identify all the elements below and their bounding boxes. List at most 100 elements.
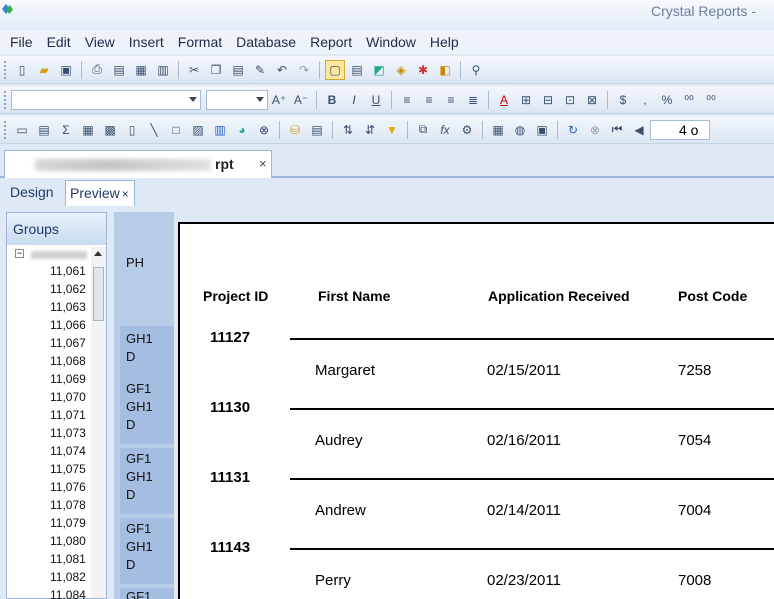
tree-item[interactable]: 11,073: [50, 426, 86, 440]
tree-item[interactable]: 11,080: [50, 534, 86, 548]
bold-icon[interactable]: B: [322, 90, 342, 110]
map-icon[interactable]: ◕: [232, 120, 252, 140]
group-icon[interactable]: ▤: [34, 120, 54, 140]
tree-item[interactable]: 11,082: [50, 570, 86, 584]
menu-format[interactable]: Format: [178, 34, 222, 50]
first-name-cell[interactable]: Audrey: [315, 432, 363, 449]
toolbar-grip[interactable]: [4, 60, 7, 79]
formula-workshop-icon[interactable]: fx: [435, 120, 455, 140]
field-explorer-icon[interactable]: ▤: [347, 60, 367, 80]
increase-decimal-icon[interactable]: ⁰⁰: [679, 90, 699, 110]
document-tab[interactable]: rpt ×: [4, 150, 272, 178]
group-header-project-id[interactable]: 11131: [210, 469, 250, 486]
new-icon[interactable]: ▯: [12, 60, 32, 80]
tree-item[interactable]: 11,068: [50, 354, 86, 368]
copy-icon[interactable]: ❐: [206, 60, 226, 80]
database-expert-icon[interactable]: ⛁: [285, 120, 305, 140]
section-band[interactable]: GF1 GH1 D: [120, 378, 174, 444]
menu-report[interactable]: Report: [310, 34, 352, 50]
first-name-cell[interactable]: Margaret: [315, 362, 375, 379]
tree-item[interactable]: 11,061: [50, 264, 86, 278]
justify-icon[interactable]: ≣: [463, 90, 483, 110]
web-icon[interactable]: ◍: [510, 120, 530, 140]
group-tree-scrollbar[interactable]: [91, 247, 106, 598]
first-name-cell[interactable]: Perry: [315, 572, 351, 589]
record-sort-icon[interactable]: ⇵: [360, 120, 380, 140]
post-code-cell[interactable]: 7004: [678, 502, 711, 519]
tree-item[interactable]: 11,062: [50, 282, 86, 296]
group-header-project-id[interactable]: 11130: [210, 399, 250, 416]
menu-window[interactable]: Window: [366, 34, 416, 50]
font-color-icon[interactable]: A: [494, 90, 514, 110]
application-received-cell[interactable]: 02/14/2011: [487, 502, 561, 519]
chart-icon[interactable]: ▥: [210, 120, 230, 140]
column-header-application-received[interactable]: Application Received: [488, 288, 630, 304]
tree-item[interactable]: 11,079: [50, 516, 86, 530]
application-received-cell[interactable]: 02/23/2011: [487, 572, 561, 589]
increase-font-icon[interactable]: A⁺: [269, 90, 289, 110]
paste-icon[interactable]: ▤: [228, 60, 248, 80]
decrease-font-icon[interactable]: A⁻: [291, 90, 311, 110]
section-band[interactable]: GF1: [120, 588, 174, 599]
thousands-icon[interactable]: ,: [635, 90, 655, 110]
undo-icon[interactable]: ↶: [272, 60, 292, 80]
section-band[interactable]: GF1 GH1 D: [120, 448, 174, 514]
hyperlink-icon[interactable]: ▣: [532, 120, 552, 140]
toolbar-grip[interactable]: [4, 90, 7, 109]
toggle-grid-icon[interactable]: ▦: [488, 120, 508, 140]
menu-edit[interactable]: Edit: [47, 34, 71, 50]
box-icon[interactable]: □: [166, 120, 186, 140]
tree-item[interactable]: 11,071: [50, 408, 86, 422]
column-header-first-name[interactable]: First Name: [318, 288, 390, 304]
report-design-icon[interactable]: ▢: [325, 59, 345, 80]
subreport-icon[interactable]: ▯: [122, 120, 142, 140]
workbench-icon[interactable]: ◧: [435, 60, 455, 80]
lock-format-icon[interactable]: ⊡: [560, 90, 580, 110]
underline-icon[interactable]: U: [366, 90, 386, 110]
select-expert-icon[interactable]: ▼: [382, 120, 402, 140]
italic-icon[interactable]: I: [344, 90, 364, 110]
scrollbar-thumb[interactable]: [93, 267, 104, 321]
dependency-checker-icon[interactable]: ✱: [413, 60, 433, 80]
tree-item[interactable]: 11,069: [50, 372, 86, 386]
post-code-cell[interactable]: 7008: [678, 572, 711, 589]
group-header-project-id[interactable]: 11127: [210, 329, 250, 346]
picture-icon[interactable]: ▨: [188, 120, 208, 140]
menu-help[interactable]: Help: [430, 34, 459, 50]
percent-icon[interactable]: %: [657, 90, 677, 110]
tree-item[interactable]: 11,078: [50, 498, 86, 512]
sort-expert-icon[interactable]: ⇅: [338, 120, 358, 140]
tree-item[interactable]: 11,075: [50, 462, 86, 476]
font-size-select[interactable]: [206, 89, 268, 110]
tab-preview[interactable]: Preview ×: [65, 180, 135, 206]
first-name-cell[interactable]: Andrew: [315, 502, 366, 519]
redo-icon[interactable]: ↷: [294, 60, 314, 80]
refresh-icon[interactable]: ↻: [563, 120, 583, 140]
tree-item[interactable]: 11,070: [50, 390, 86, 404]
report-explorer-icon[interactable]: ◩: [369, 60, 389, 80]
flash-icon[interactable]: ⊗: [254, 120, 274, 140]
tree-item[interactable]: 11,067: [50, 336, 86, 350]
page-number-field[interactable]: 4 o: [650, 119, 710, 140]
section-expert-icon[interactable]: ▤: [307, 120, 327, 140]
toolbar-grip[interactable]: [4, 120, 7, 139]
column-header-post-code[interactable]: Post Code: [678, 288, 747, 304]
application-received-cell[interactable]: 02/16/2011: [487, 432, 561, 449]
align-right-icon[interactable]: ≡: [441, 90, 461, 110]
tree-item[interactable]: 11,063: [50, 300, 86, 314]
tab-design[interactable]: Design: [6, 180, 58, 206]
tree-item[interactable]: 11,081: [50, 552, 86, 566]
close-preview-icon[interactable]: ×: [122, 187, 129, 201]
application-received-cell[interactable]: 02/15/2011: [487, 362, 561, 379]
menu-insert[interactable]: Insert: [129, 34, 164, 50]
format-icon[interactable]: ⚙: [457, 120, 477, 140]
summary-icon[interactable]: Σ: [56, 120, 76, 140]
collapse-icon[interactable]: −: [15, 249, 24, 258]
export-icon[interactable]: ▦: [131, 60, 151, 80]
text-object-icon[interactable]: ▭: [12, 120, 32, 140]
format-painter-icon[interactable]: ✎: [250, 60, 270, 80]
post-code-cell[interactable]: 7258: [678, 362, 711, 379]
section-band[interactable]: GF1 GH1 D: [120, 518, 174, 584]
group-header-project-id[interactable]: 11143: [210, 539, 250, 556]
suppress-icon[interactable]: ⊟: [538, 90, 558, 110]
